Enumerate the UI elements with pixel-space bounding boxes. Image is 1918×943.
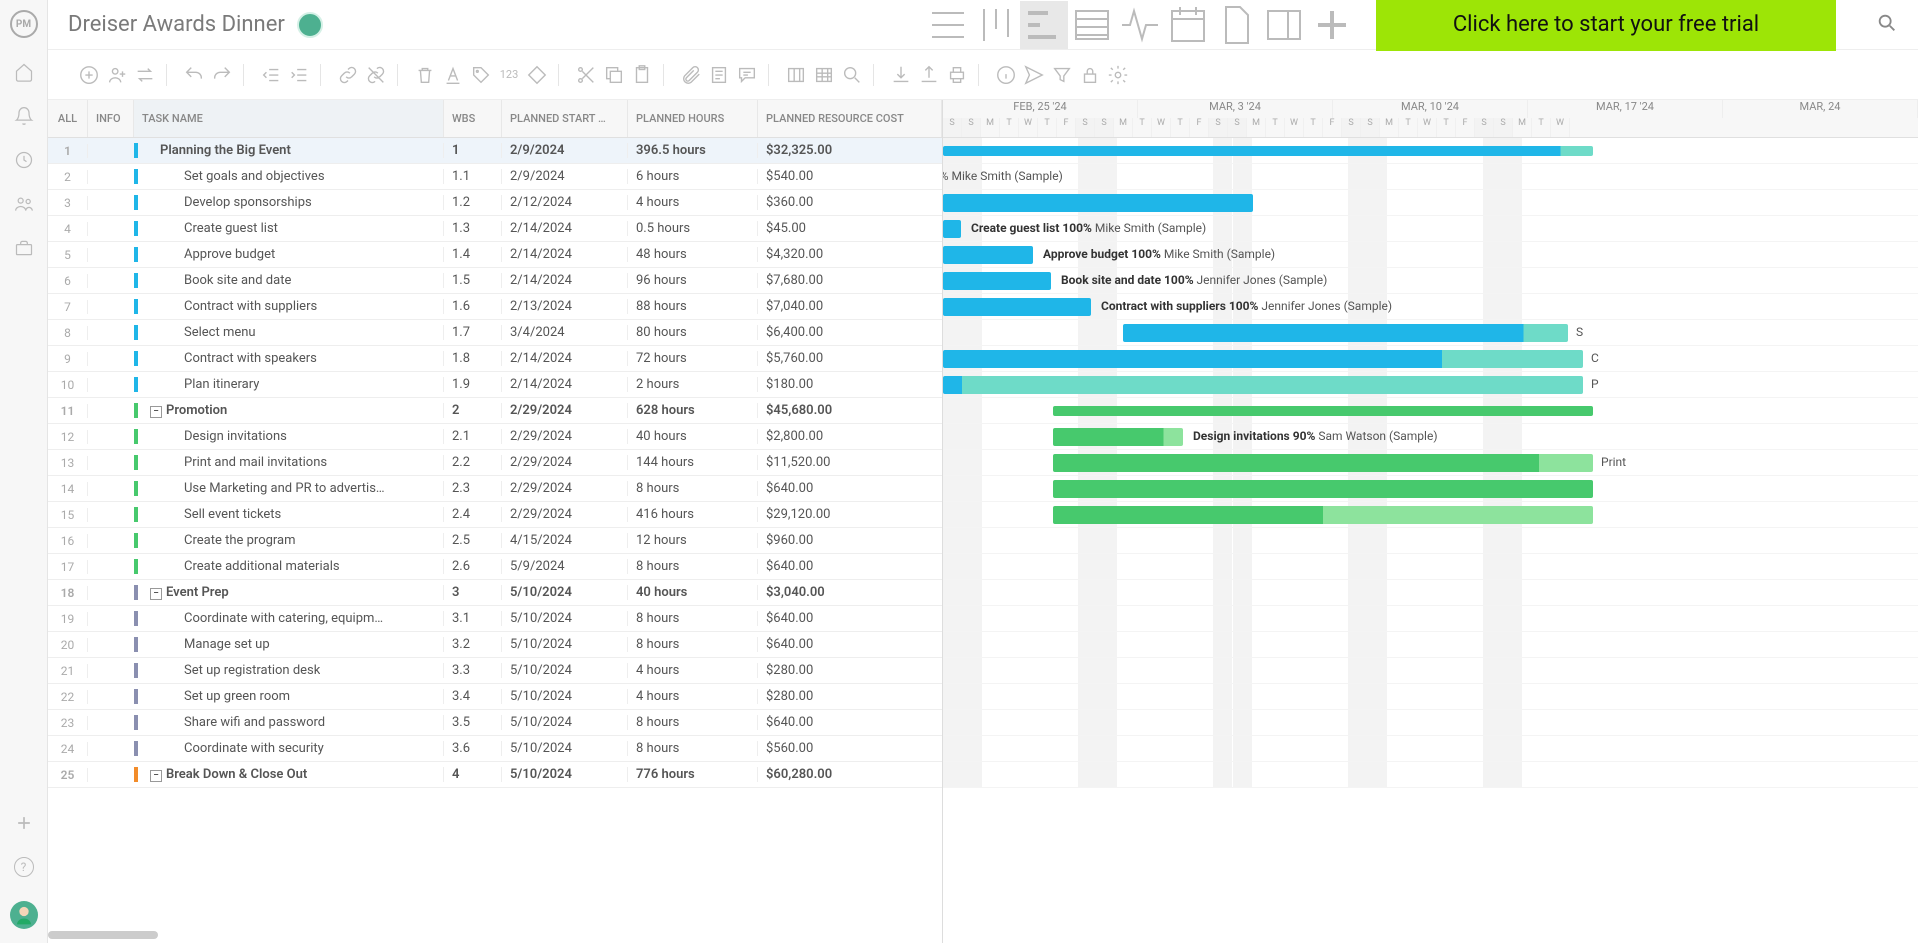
add-task-icon[interactable] [78,64,100,86]
col-wbs[interactable]: WBS [444,100,502,137]
table-row[interactable]: 2Set goals and objectives1.12/9/20246 ho… [48,164,942,190]
diamond-icon[interactable] [526,64,548,86]
add-icon[interactable] [14,813,34,833]
notes-icon[interactable] [708,64,730,86]
view-board-icon[interactable] [972,1,1020,49]
undo-icon[interactable] [183,64,205,86]
attach-icon[interactable] [680,64,702,86]
table-row[interactable]: 20Manage set up3.25/10/20248 hours$640.0… [48,632,942,658]
zoom-icon[interactable] [841,64,863,86]
view-panel-icon[interactable] [1260,1,1308,49]
view-activity-icon[interactable] [1116,1,1164,49]
table-row[interactable]: 8Select menu1.73/4/202480 hours$6,400.00 [48,320,942,346]
toolbar: 123 [48,50,1918,100]
col-hours[interactable]: PLANNED HOURS [628,100,758,137]
trash-icon[interactable] [414,64,436,86]
columns-icon[interactable] [785,64,807,86]
search-icon[interactable] [1876,12,1898,38]
add-person-icon[interactable] [106,64,128,86]
project-title: Dreiser Awards Dinner [68,12,285,37]
gantt-chart: FEB, 25 '24MAR, 3 '24MAR, 10 '24MAR, 17 … [943,100,1918,943]
import-icon[interactable] [890,64,912,86]
redo-icon[interactable] [211,64,233,86]
grid-icon[interactable] [813,64,835,86]
grid-body[interactable]: 1Planning the Big Event12/9/2024396.5 ho… [48,138,942,943]
unlink-icon[interactable] [365,64,387,86]
send-icon[interactable] [1023,64,1045,86]
table-row[interactable]: 13Print and mail invitations2.22/29/2024… [48,450,942,476]
table-row[interactable]: 10Plan itinerary1.92/14/20242 hours$180.… [48,372,942,398]
table-row[interactable]: 11−Promotion22/29/2024628 hours$45,680.0… [48,398,942,424]
horizontal-scrollbar[interactable] [48,931,158,939]
table-row[interactable]: 25−Break Down & Close Out45/10/2024776 h… [48,762,942,788]
view-add-icon[interactable] [1308,1,1356,49]
task-grid: ALL INFO TASK NAME WBS PLANNED START … P… [48,100,943,943]
view-gantt-icon[interactable] [1020,1,1068,49]
table-row[interactable]: 3Develop sponsorships1.22/12/20244 hours… [48,190,942,216]
export-icon[interactable] [918,64,940,86]
trial-button[interactable]: Click here to start your free trial [1376,0,1836,51]
table-row[interactable]: 15Sell event tickets2.42/29/2024416 hour… [48,502,942,528]
tag-icon[interactable] [470,64,492,86]
lock-icon[interactable] [1079,64,1101,86]
clock-icon[interactable] [14,150,34,170]
owner-avatar[interactable] [297,12,323,38]
indent-icon[interactable] [288,64,310,86]
comment-icon[interactable] [736,64,758,86]
table-row[interactable]: 19Coordinate with catering, equipm…3.15/… [48,606,942,632]
app-logo[interactable]: PM [10,10,38,38]
top-bar: Dreiser Awards Dinner Click here to star… [48,0,1918,50]
gantt-body[interactable]: 0% Mike Smith (Sample)Create guest list … [943,138,1918,943]
table-row[interactable]: 4Create guest list1.32/14/20240.5 hours$… [48,216,942,242]
content: ALL INFO TASK NAME WBS PLANNED START … P… [48,100,1918,943]
view-sheet-icon[interactable] [1068,1,1116,49]
home-icon[interactable] [14,62,34,82]
view-tabs [924,1,1356,49]
gantt-header: FEB, 25 '24MAR, 3 '24MAR, 10 '24MAR, 17 … [943,100,1918,138]
user-avatar[interactable] [10,901,38,929]
table-row[interactable]: 21Set up registration desk3.35/10/20244 … [48,658,942,684]
table-row[interactable]: 24Coordinate with security3.65/10/20248 … [48,736,942,762]
filter-icon[interactable] [1051,64,1073,86]
grid-header: ALL INFO TASK NAME WBS PLANNED START … P… [48,100,942,138]
swap-icon[interactable] [134,64,156,86]
view-calendar-icon[interactable] [1164,1,1212,49]
numbering-icon[interactable]: 123 [498,64,520,86]
outdent-icon[interactable] [260,64,282,86]
table-row[interactable]: 7Contract with suppliers1.62/13/202488 h… [48,294,942,320]
table-row[interactable]: 16Create the program2.54/15/202412 hours… [48,528,942,554]
help-icon[interactable]: ? [14,857,34,877]
table-row[interactable]: 18−Event Prep35/10/202440 hours$3,040.00 [48,580,942,606]
text-color-icon[interactable] [442,64,464,86]
bell-icon[interactable] [14,106,34,126]
copy-icon[interactable] [603,64,625,86]
paste-icon[interactable] [631,64,653,86]
table-row[interactable]: 17Create additional materials2.65/9/2024… [48,554,942,580]
table-row[interactable]: 14Use Marketing and PR to advertis…2.32/… [48,476,942,502]
table-row[interactable]: 22Set up green room3.45/10/20244 hours$2… [48,684,942,710]
col-start[interactable]: PLANNED START … [502,100,628,137]
col-name[interactable]: TASK NAME [134,100,444,137]
cut-icon[interactable] [575,64,597,86]
table-row[interactable]: 6Book site and date1.52/14/202496 hours$… [48,268,942,294]
table-row[interactable]: 5Approve budget1.42/14/202448 hours$4,32… [48,242,942,268]
left-rail: PM ? [0,0,48,943]
gear-icon[interactable] [1107,64,1129,86]
table-row[interactable]: 9Contract with speakers1.82/14/202472 ho… [48,346,942,372]
table-row[interactable]: 23Share wifi and password3.55/10/20248 h… [48,710,942,736]
table-row[interactable]: 12Design invitations2.12/29/202440 hours… [48,424,942,450]
view-list-icon[interactable] [924,1,972,49]
print-icon[interactable] [946,64,968,86]
col-cost[interactable]: PLANNED RESOURCE COST [758,100,942,137]
info-icon[interactable] [995,64,1017,86]
view-file-icon[interactable] [1212,1,1260,49]
people-icon[interactable] [14,194,34,214]
briefcase-icon[interactable] [14,238,34,258]
col-all[interactable]: ALL [48,100,88,137]
table-row[interactable]: 1Planning the Big Event12/9/2024396.5 ho… [48,138,942,164]
link-icon[interactable] [337,64,359,86]
col-info[interactable]: INFO [88,100,134,137]
